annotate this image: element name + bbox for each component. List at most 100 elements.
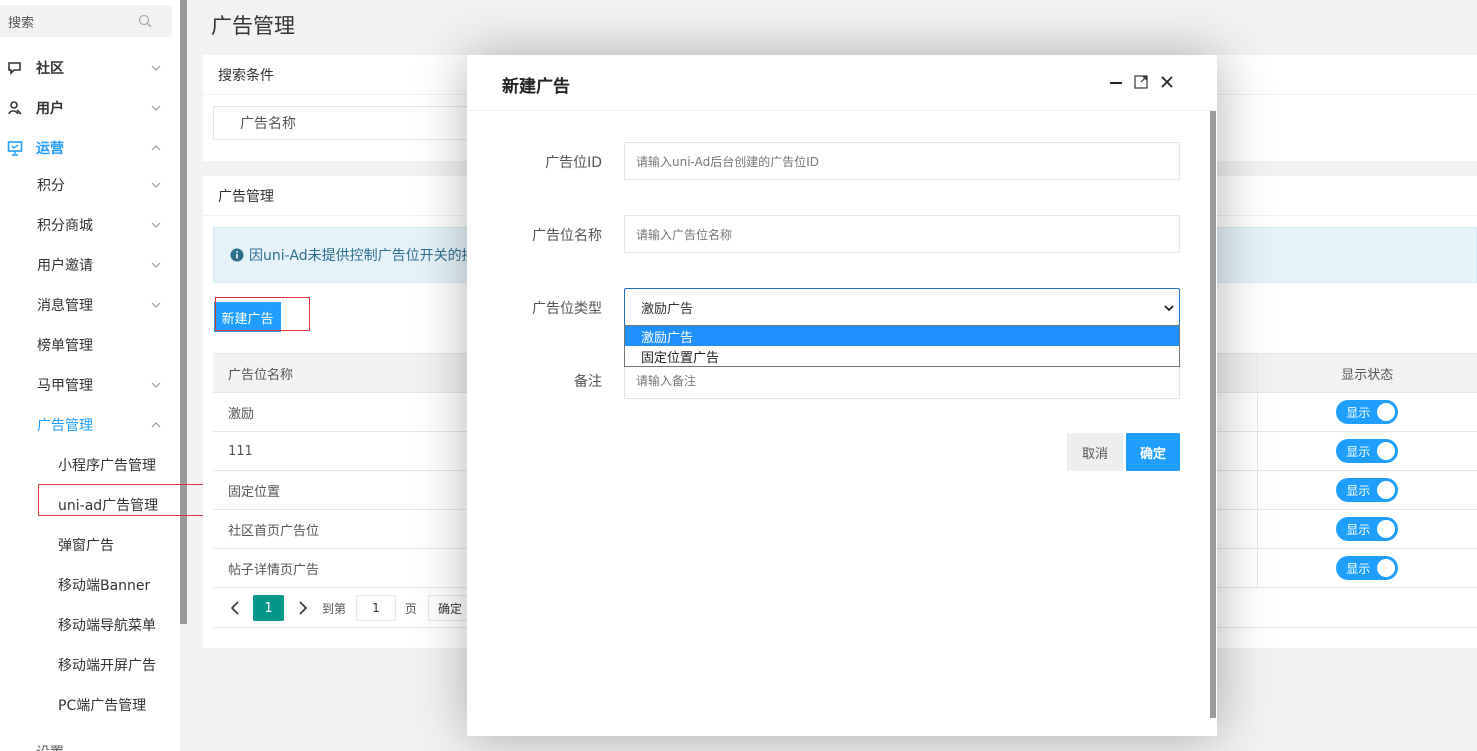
modal-scrollbar[interactable] — [1210, 111, 1216, 718]
toggle-label: 显示 — [1346, 483, 1371, 498]
search-field-input[interactable] — [322, 106, 472, 140]
maximize-icon[interactable] — [1133, 74, 1149, 90]
sidebar-leaf-pc-ads[interactable]: PC端广告管理 — [0, 685, 180, 725]
chevron-up-icon — [151, 422, 161, 428]
cancel-button[interactable]: 取消 — [1067, 433, 1123, 471]
notice-text: 因uni-Ad未提供控制广告位开关的接 — [249, 248, 476, 264]
sidebar-sub-ads[interactable]: 广告管理 — [0, 405, 180, 445]
chevron-down-icon — [151, 105, 161, 111]
sidebar-sub-messages[interactable]: 消息管理 — [0, 285, 180, 325]
chevron-down-icon — [151, 262, 161, 268]
sidebar-sub-label: 积分 — [37, 178, 65, 194]
ad-type-label: 广告位类型 — [532, 301, 602, 317]
toggle-knob — [1377, 559, 1396, 577]
sidebar-leaf-label: 移动端Banner — [58, 578, 151, 594]
page-unit: 页 — [405, 602, 418, 616]
sidebar-sub-label: 积分商城 — [37, 218, 93, 234]
sidebar-sub-label: 榜单管理 — [37, 338, 93, 354]
sidebar-scrollbar[interactable] — [180, 0, 187, 624]
status-toggle[interactable]: 显示 — [1336, 517, 1399, 541]
search-placeholder: 搜索 — [8, 15, 35, 31]
toggle-knob — [1377, 481, 1396, 499]
page-go-button[interactable]: 确定 — [428, 595, 472, 621]
user-icon — [8, 101, 22, 115]
sidebar-sub-points[interactable]: 积分 — [0, 165, 180, 205]
col-header-status: 显示状态 — [1256, 353, 1477, 393]
row-status: 显示 — [1256, 431, 1477, 471]
page-title: 广告管理 — [211, 14, 295, 38]
sidebar-item-label: 运营 — [36, 141, 64, 157]
new-ad-modal: 新建广告 广告位ID 请输入uni-Ad后台创建的广告位ID 广告位名称 请输入… — [467, 55, 1217, 736]
ad-type-dropdown: 激励广告 固定位置广告 — [624, 325, 1180, 367]
sidebar-item-label: 设置 — [36, 742, 64, 751]
chevron-down-icon — [1164, 305, 1174, 312]
ad-type-option[interactable]: 激励广告 — [625, 326, 1179, 346]
sidebar-leaf-label: 移动端导航菜单 — [58, 618, 156, 634]
sidebar-leaf-label: PC端广告管理 — [58, 698, 147, 714]
info-icon — [230, 248, 244, 262]
ad-type-select[interactable]: 激励广告 — [624, 288, 1180, 326]
sidebar-leaf-label: 移动端开屏广告 — [58, 658, 156, 674]
sidebar: 搜索 社区 用户 运营 积分 积分商城 用户邀请 消息管理 榜单管理 马甲管理 — [0, 0, 180, 751]
sidebar-leaf-popup-ads[interactable]: 弹窗广告 — [0, 525, 180, 565]
close-icon[interactable] — [1159, 74, 1175, 90]
modal-header: 新建广告 — [467, 55, 1217, 111]
minimize-icon[interactable] — [1108, 74, 1124, 90]
sidebar-item-label: 用户 — [36, 101, 64, 117]
row-status: 显示 — [1256, 509, 1477, 549]
chevron-right-icon[interactable] — [296, 600, 310, 616]
sidebar-item-settings[interactable]: 设置 — [0, 736, 180, 751]
sidebar-leaf-label: 弹窗广告 — [58, 538, 114, 554]
toggle-knob — [1377, 520, 1396, 538]
sidebar-sub-label: 用户邀请 — [37, 258, 93, 274]
status-toggle[interactable]: 显示 — [1336, 556, 1399, 580]
status-toggle[interactable]: 显示 — [1336, 400, 1399, 424]
chevron-left-icon[interactable] — [228, 600, 242, 616]
ok-button[interactable]: 确定 — [1126, 433, 1180, 471]
sidebar-sub-ranking[interactable]: 榜单管理 — [0, 325, 180, 365]
ad-name-label: 广告位名称 — [532, 228, 602, 244]
sidebar-leaf-splash-ads[interactable]: 移动端开屏广告 — [0, 645, 180, 685]
chevron-down-icon — [151, 65, 161, 71]
presentation-icon — [7, 141, 23, 156]
page-current[interactable]: 1 — [253, 595, 284, 621]
status-toggle[interactable]: 显示 — [1336, 439, 1399, 463]
search-field-label: 广告名称 — [213, 106, 323, 140]
ad-id-input[interactable]: 请输入uni-Ad后台创建的广告位ID — [624, 142, 1180, 180]
goto-label: 到第 — [322, 602, 347, 616]
modal-title: 新建广告 — [502, 77, 570, 97]
page-input[interactable]: 1 — [356, 595, 396, 621]
sidebar-sub-label: 马甲管理 — [37, 378, 93, 394]
row-status: 显示 — [1256, 470, 1477, 510]
toggle-knob — [1377, 403, 1396, 421]
sidebar-leaf-miniprogram-ads[interactable]: 小程序广告管理 — [0, 445, 180, 485]
highlight-box — [38, 484, 210, 516]
row-status: 显示 — [1256, 548, 1477, 588]
toggle-label: 显示 — [1346, 561, 1371, 576]
sidebar-item-user[interactable]: 用户 — [0, 88, 180, 128]
sidebar-leaf-label: 小程序广告管理 — [58, 458, 156, 474]
ad-id-label: 广告位ID — [545, 155, 602, 171]
sidebar-sub-label: 广告管理 — [37, 418, 93, 434]
sidebar-sub-vest[interactable]: 马甲管理 — [0, 365, 180, 405]
remark-label: 备注 — [574, 374, 602, 390]
sidebar-leaf-mobile-banner[interactable]: 移动端Banner — [0, 565, 180, 605]
sidebar-item-label: 社区 — [36, 61, 64, 77]
chevron-up-icon — [151, 145, 161, 151]
status-toggle[interactable]: 显示 — [1336, 478, 1399, 502]
sidebar-search-input[interactable]: 搜索 — [0, 5, 172, 37]
sidebar-sub-label: 消息管理 — [37, 298, 93, 314]
toggle-label: 显示 — [1346, 522, 1371, 537]
toggle-label: 显示 — [1346, 444, 1371, 459]
toggle-label: 显示 — [1346, 405, 1371, 420]
sidebar-leaf-mobile-nav[interactable]: 移动端导航菜单 — [0, 605, 180, 645]
ad-name-input[interactable]: 请输入广告位名称 — [624, 215, 1180, 253]
sidebar-sub-points-mall[interactable]: 积分商城 — [0, 205, 180, 245]
ad-type-option[interactable]: 固定位置广告 — [625, 346, 1179, 366]
chat-icon — [8, 62, 21, 75]
sidebar-sub-invite[interactable]: 用户邀请 — [0, 245, 180, 285]
chevron-down-icon — [151, 382, 161, 388]
sidebar-item-operation[interactable]: 运营 — [0, 128, 180, 168]
row-status: 显示 — [1256, 392, 1477, 432]
sidebar-item-community[interactable]: 社区 — [0, 48, 180, 88]
